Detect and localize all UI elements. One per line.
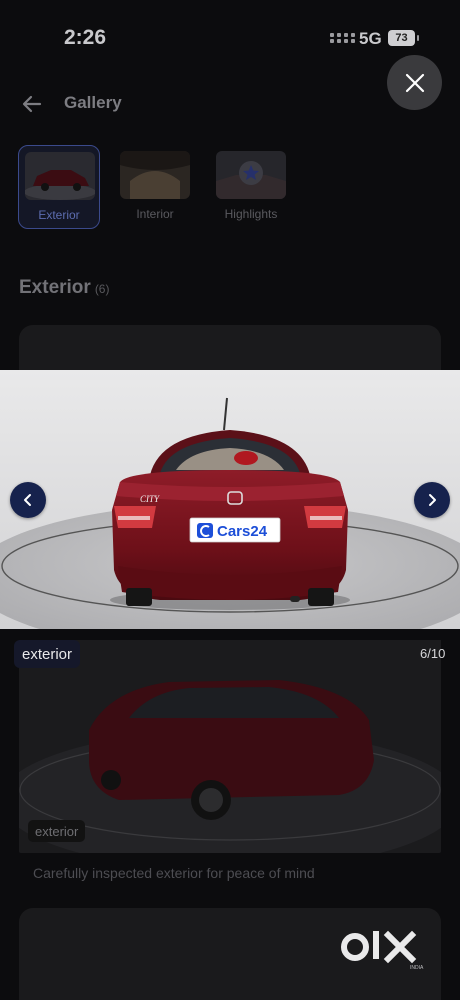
back-arrow-icon[interactable]: [20, 92, 44, 116]
tab-highlights-label: Highlights: [224, 207, 278, 221]
page-title: Gallery: [64, 93, 122, 112]
tab-exterior-label: Exterior: [38, 208, 80, 222]
category-badge: exterior: [14, 640, 81, 668]
status-time: 2:26: [64, 26, 107, 49]
section-count: (6): [94, 282, 110, 296]
chevron-right-icon: [429, 494, 436, 506]
model-badge: CITY: [140, 494, 160, 504]
category-tabs: Exterior Interior Highlights: [18, 145, 458, 230]
photo-category-badge: exterior: [28, 820, 86, 842]
section-title: Exterior (6): [19, 277, 109, 299]
highlights-thumbnail: [216, 151, 286, 199]
battery-level: 73: [395, 32, 408, 44]
tab-highlights[interactable]: Highlights: [210, 145, 292, 229]
exterior-thumbnail: [25, 152, 95, 200]
olx-logo: INDIA: [341, 930, 424, 971]
car-rear-photo: CITY Cars24: [0, 370, 460, 629]
image-counter: 6/10: [420, 646, 446, 661]
next-image-button[interactable]: [414, 482, 450, 518]
gallery-header: Gallery: [0, 80, 460, 130]
tab-exterior[interactable]: Exterior: [18, 145, 100, 229]
plate-text: Cars24: [217, 523, 268, 540]
chevron-left-icon: [24, 494, 31, 506]
photo-caption: Carefully inspected exterior for peace o…: [33, 865, 315, 881]
battery-icon: 73: [388, 30, 419, 46]
tab-interior[interactable]: Interior: [114, 145, 196, 229]
section-title-text: Exterior: [19, 277, 91, 298]
signal-icon: [330, 33, 355, 43]
interior-thumbnail: [120, 151, 190, 199]
image-viewer[interactable]: CITY Cars24: [0, 370, 460, 629]
tab-interior-label: Interior: [136, 207, 174, 221]
status-bar: 2:26 5G 73: [0, 0, 460, 72]
olx-logo-subtext: INDIA: [410, 965, 424, 971]
previous-image-button[interactable]: [10, 482, 46, 518]
network-label: 5G: [359, 29, 382, 48]
